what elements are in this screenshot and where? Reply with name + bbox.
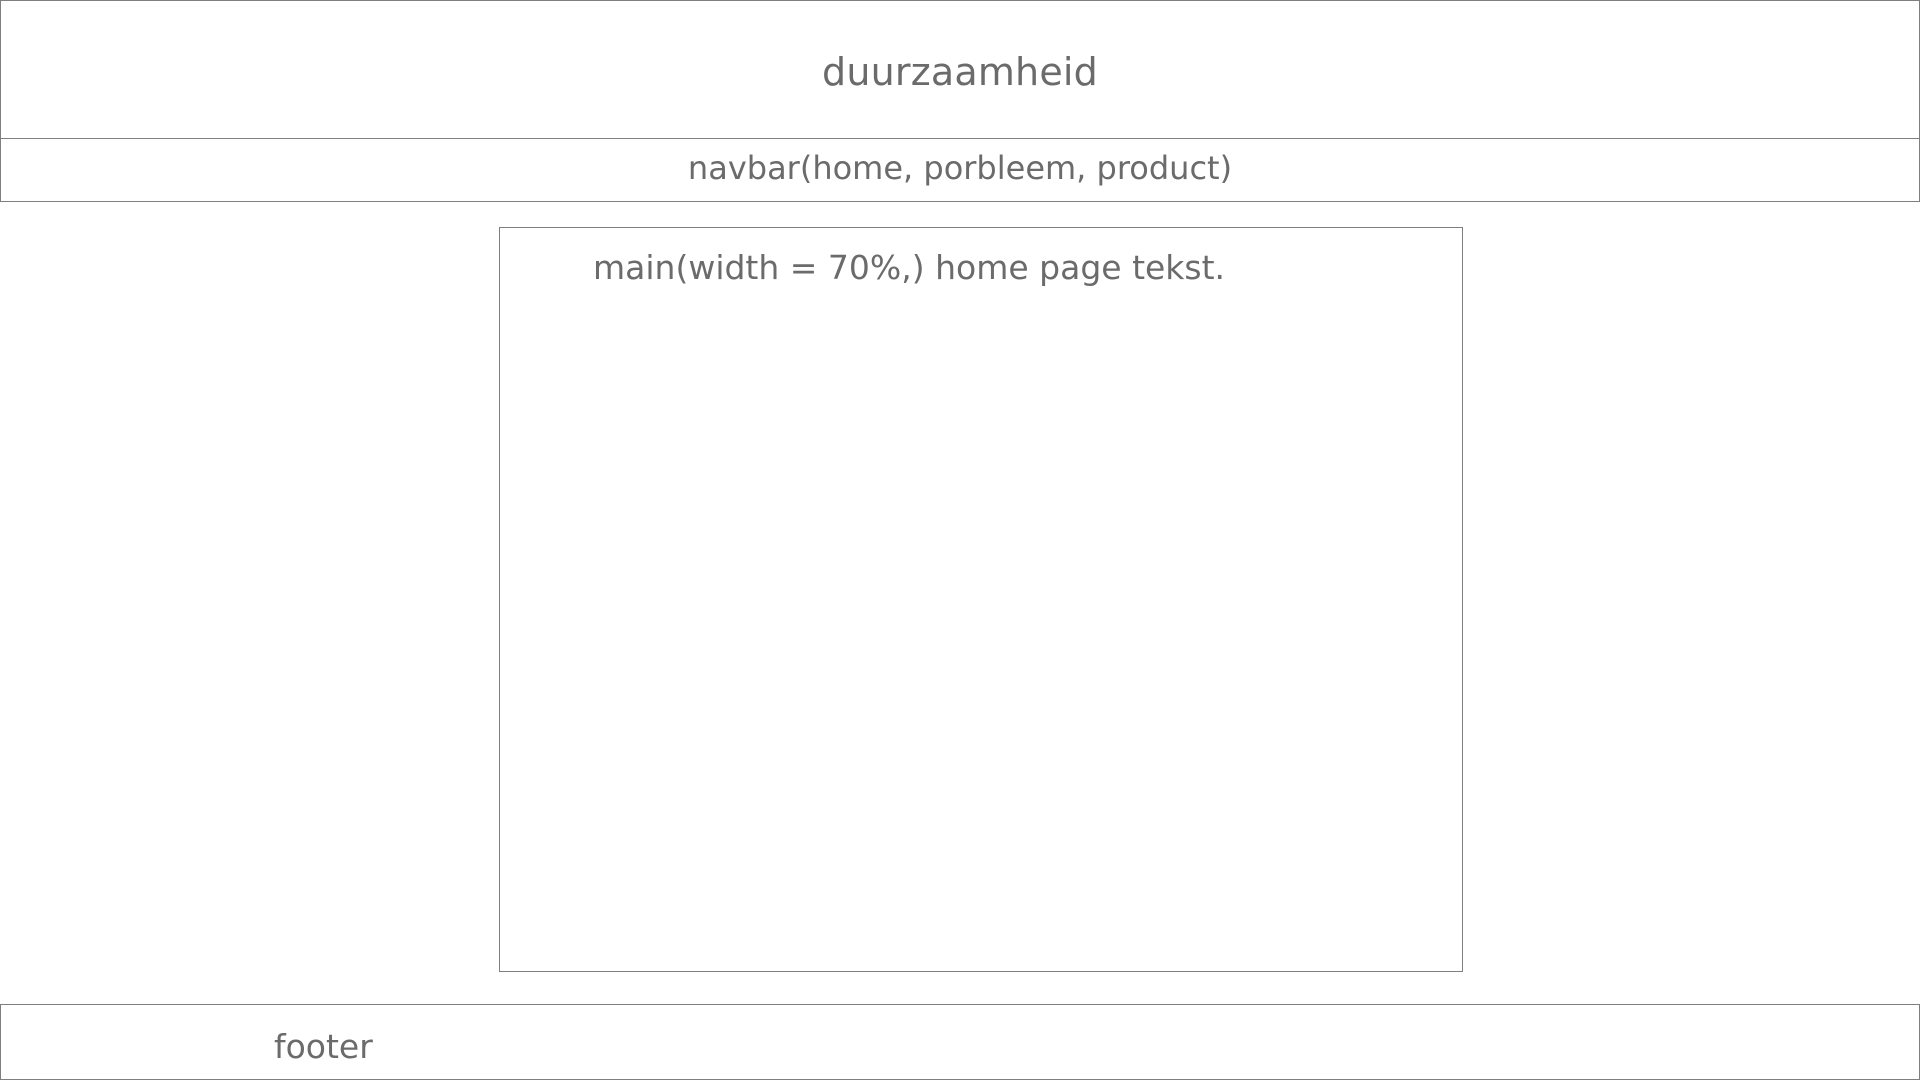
navbar-label: navbar(home, porbleem, product) — [687, 149, 1233, 187]
main-content-box: main(width = 70%,) home page tekst. — [499, 227, 1463, 972]
main-content-label: main(width = 70%,) home page tekst. — [593, 248, 1226, 287]
footer-label: footer — [274, 1027, 373, 1066]
wireframe-canvas: duurzaamheid navbar(home, porbleem, prod… — [0, 0, 1920, 1080]
navbar-box: navbar(home, porbleem, product) — [0, 138, 1920, 202]
footer-box: footer — [0, 1004, 1920, 1080]
header-box: duurzaamheid — [0, 0, 1920, 139]
header-title: duurzaamheid — [822, 49, 1098, 94]
